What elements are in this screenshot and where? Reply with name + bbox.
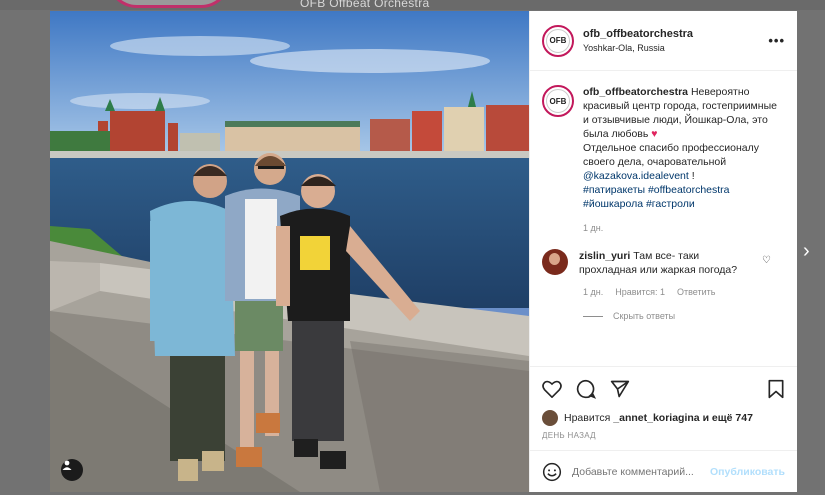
heart-icon[interactable] [542, 380, 562, 398]
comment-item: zislin_yuri Там все- таки прохладная или… [542, 249, 785, 277]
likes-summary: Нравится _annet_koriagina и ещё 747 [530, 410, 797, 426]
hide-replies-toggle[interactable]: Скрыть ответы [583, 311, 785, 321]
chevron-right-icon[interactable]: › [803, 240, 810, 263]
post-modal: OFB ofb_offbeatorchestra Yoshkar-Ola, Ru… [50, 11, 797, 492]
publish-button[interactable]: Опубликовать [710, 466, 785, 478]
person-icon [62, 460, 72, 470]
bookmark-icon[interactable] [767, 379, 785, 399]
post-actions-bar [530, 366, 797, 410]
liker-avatar[interactable] [542, 410, 558, 426]
hide-replies-label: Скрыть ответы [613, 311, 676, 321]
author-username[interactable]: ofb_offbeatorchestra [583, 28, 768, 40]
comment-text: zislin_yuri Там все- таки прохладная или… [579, 249, 749, 277]
comments-section: OFB ofb_offbeatorchestra Невероятно крас… [530, 71, 797, 366]
caption-exclaim: ! [691, 170, 695, 182]
divider [583, 315, 603, 317]
post-location[interactable]: Yoshkar-Ola, Russia [583, 43, 768, 53]
comment-like-heart-icon[interactable]: ♡ [762, 255, 771, 266]
caption: OFB ofb_offbeatorchestra Невероятно крас… [542, 85, 785, 235]
share-icon[interactable] [610, 379, 630, 399]
background-header: OFB Offbeat Orchestra [0, 0, 825, 10]
caption-username[interactable]: ofb_offbeatorchestra [583, 86, 688, 98]
comment-time[interactable]: 1 дн. [583, 287, 603, 297]
liker-username[interactable]: _annet_koriagina [613, 412, 699, 424]
background-avatar [107, 0, 231, 8]
hashtag[interactable]: #патиракеты [583, 184, 645, 196]
author-info: ofb_offbeatorchestra Yoshkar-Ola, Russia [583, 28, 768, 53]
likes-others[interactable]: и ещё 747 [703, 412, 753, 424]
post-date[interactable]: ДЕНЬ НАЗАД [530, 426, 797, 450]
likes-prefix: Нравится [564, 412, 611, 424]
photo-scene [50, 11, 529, 492]
commenter-username[interactable]: zislin_yuri [579, 250, 630, 262]
hashtag[interactable]: #гастроли [646, 198, 695, 210]
caption-author-avatar[interactable]: OFB [542, 85, 574, 117]
caption-mention[interactable]: @kazakova.idealevent [583, 170, 689, 182]
post-sidebar: OFB ofb_offbeatorchestra Yoshkar-Ola, Ru… [529, 11, 797, 492]
background-account-title: OFB Offbeat Orchestra [300, 0, 430, 10]
hashtag[interactable]: #offbeatorchestra [648, 184, 730, 196]
post-photo[interactable] [50, 11, 529, 492]
hashtag[interactable]: #йошкарола [583, 198, 643, 210]
caption-thanks: Отдельное спасибо профессионалу своего д… [583, 142, 759, 168]
post-header: OFB ofb_offbeatorchestra Yoshkar-Ola, Ru… [530, 11, 797, 71]
avatar-logo-text: OFB [546, 28, 570, 53]
caption-text: ofb_offbeatorchestra Невероятно красивый… [583, 85, 785, 235]
comment-input[interactable] [572, 465, 711, 478]
emoji-icon[interactable] [542, 462, 562, 482]
ellipsis-icon[interactable]: ••• [768, 33, 785, 48]
add-comment-bar: Опубликовать [530, 450, 797, 492]
heart-emoji-icon: ♥ [651, 128, 658, 140]
comment-icon[interactable] [576, 379, 596, 399]
comment-likes-count[interactable]: Нравится: 1 [615, 287, 665, 297]
caption-time[interactable]: 1 дн. [583, 221, 785, 235]
tagged-users-button[interactable] [61, 459, 83, 481]
author-avatar[interactable]: OFB [542, 24, 574, 57]
avatar-logo-text: OFB [546, 89, 570, 113]
comment-reply-button[interactable]: Ответить [677, 287, 715, 297]
commenter-avatar[interactable] [542, 249, 568, 275]
comment-meta: 1 дн. Нравится: 1 Ответить [583, 287, 785, 297]
